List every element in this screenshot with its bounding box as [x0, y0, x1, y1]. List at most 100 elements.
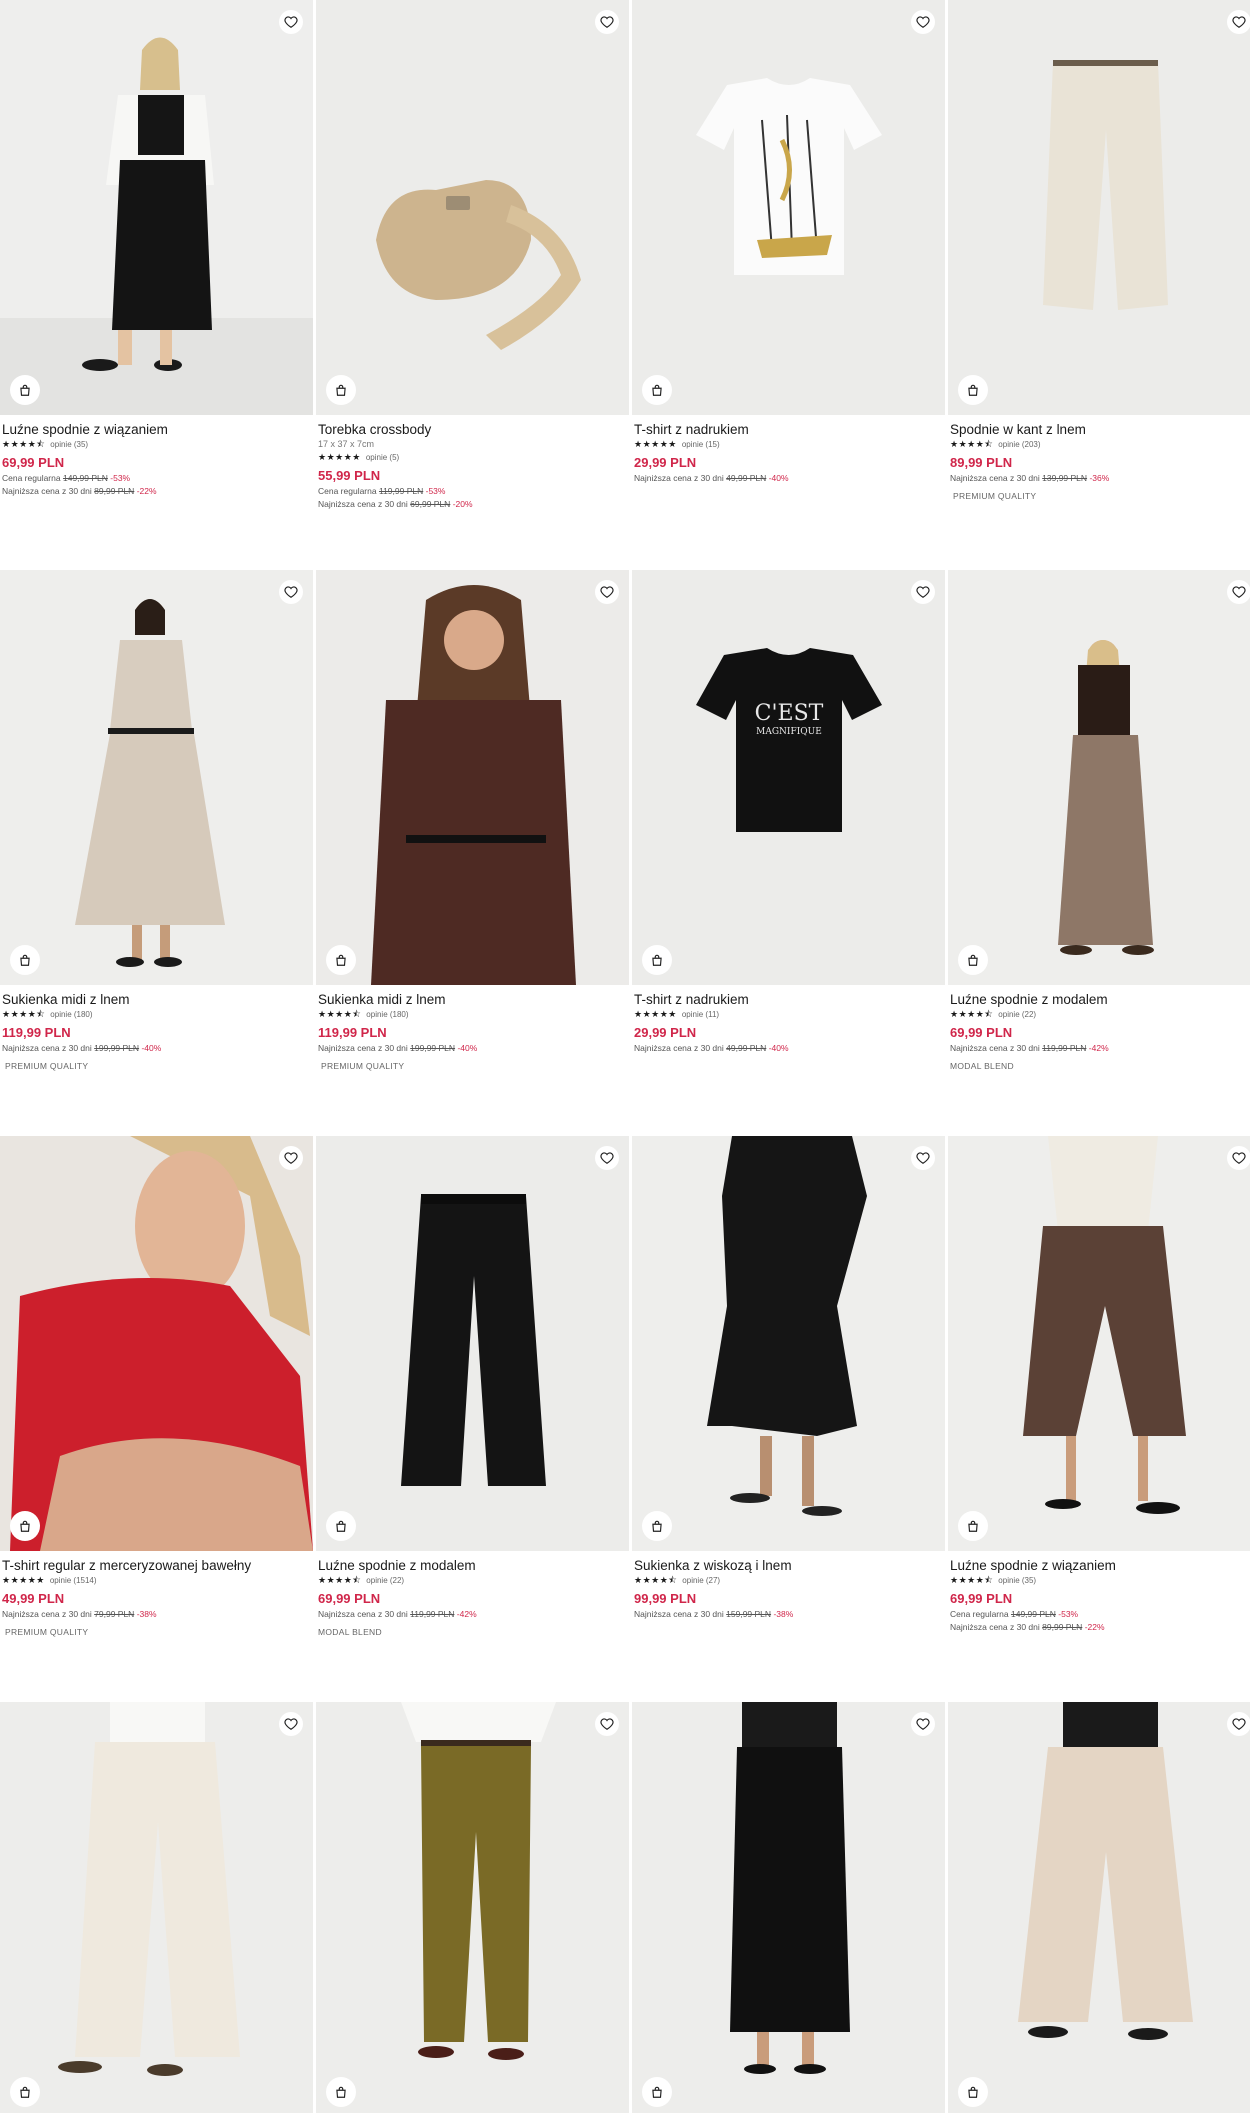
- wishlist-button[interactable]: [1227, 10, 1250, 34]
- wishlist-button[interactable]: [911, 580, 935, 604]
- add-to-cart-button[interactable]: [326, 2077, 356, 2107]
- review-count[interactable]: opinie (35): [50, 440, 88, 449]
- wishlist-button[interactable]: [279, 10, 303, 34]
- product-name[interactable]: Luźne spodnie z wiązaniem: [2, 421, 310, 438]
- product-name[interactable]: T-shirt z nadrukiem: [634, 421, 942, 438]
- photo-white-tshirt: [632, 0, 945, 415]
- review-count[interactable]: opinie (22): [366, 1576, 404, 1585]
- add-to-cart-button[interactable]: [10, 2077, 40, 2107]
- lowest-price-label: Najniższa cena z 30 dni: [2, 1043, 92, 1053]
- lowest-discount: -38%: [773, 1609, 794, 1619]
- lowest-price-label: Najniższa cena z 30 dni: [318, 1609, 408, 1619]
- add-to-cart-button[interactable]: [326, 1511, 356, 1541]
- wishlist-button[interactable]: [1227, 580, 1250, 604]
- review-count[interactable]: opinie (180): [50, 1010, 92, 1019]
- add-to-cart-button[interactable]: [326, 945, 356, 975]
- product-image[interactable]: [632, 1702, 945, 2113]
- product-rating: ★★★★★ opinie (15): [634, 438, 942, 451]
- lowest-price: 199,99 PLN: [410, 1043, 456, 1053]
- wishlist-button[interactable]: [595, 580, 619, 604]
- product-image[interactable]: C'EST MAGNIFIQUE: [632, 570, 945, 985]
- star-icon: ★★★★⯪: [634, 1575, 678, 1586]
- add-to-cart-button[interactable]: [958, 375, 988, 405]
- add-to-cart-button[interactable]: [10, 945, 40, 975]
- add-to-cart-button[interactable]: [10, 375, 40, 405]
- lowest-price-line: Najniższa cena z 30 dni 49,99 PLN -40%: [634, 1042, 942, 1055]
- product-image[interactable]: [0, 1702, 313, 2113]
- wishlist-button[interactable]: [1227, 1146, 1250, 1170]
- product-image[interactable]: [316, 570, 629, 985]
- review-count[interactable]: opinie (11): [682, 1010, 719, 1019]
- shopping-bag-icon: [968, 954, 978, 966]
- product-rating: ★★★★⯪ opinie (35): [2, 438, 310, 451]
- lowest-discount: -42%: [1088, 1043, 1109, 1053]
- review-count[interactable]: opinie (180): [366, 1010, 408, 1019]
- wishlist-button[interactable]: [911, 1146, 935, 1170]
- star-icon: ★★★★★: [318, 452, 361, 463]
- add-to-cart-button[interactable]: [958, 2077, 988, 2107]
- lowest-price-label: Najniższa cena z 30 dni: [950, 1043, 1040, 1053]
- wishlist-button[interactable]: [595, 1146, 619, 1170]
- product-image[interactable]: [948, 0, 1250, 415]
- product-name[interactable]: Luźne spodnie z modalem: [318, 1557, 626, 1574]
- product-image[interactable]: [948, 1136, 1250, 1551]
- heart-icon: [600, 1718, 614, 1730]
- lowest-price: 119,99 PLN: [1042, 1043, 1087, 1053]
- add-to-cart-button[interactable]: [10, 1511, 40, 1541]
- product-name[interactable]: Sukienka z wiskozą i lnem: [634, 1557, 942, 1574]
- product-name[interactable]: Sukienka midi z lnem: [318, 991, 626, 1008]
- lowest-price: 119,99 PLN: [410, 1609, 455, 1619]
- product-name[interactable]: T-shirt z nadrukiem: [634, 991, 942, 1008]
- product-name[interactable]: Luźne spodnie z modalem: [950, 991, 1250, 1008]
- shopping-bag-icon: [336, 384, 346, 396]
- wishlist-button[interactable]: [911, 1712, 935, 1736]
- review-count[interactable]: opinie (1514): [50, 1576, 97, 1585]
- wishlist-button[interactable]: [279, 1712, 303, 1736]
- model-photo-brown-dress: [316, 570, 629, 985]
- heart-icon: [284, 16, 298, 28]
- product-name[interactable]: Spodnie w kant z lnem: [950, 421, 1250, 438]
- lowest-discount: -40%: [768, 1043, 789, 1053]
- photo-black-tshirt: C'EST MAGNIFIQUE: [632, 570, 945, 985]
- wishlist-button[interactable]: [911, 10, 935, 34]
- review-count[interactable]: opinie (5): [366, 453, 399, 462]
- add-to-cart-button[interactable]: [958, 945, 988, 975]
- regular-price: 149,99 PLN: [1010, 1609, 1056, 1619]
- add-to-cart-button[interactable]: [642, 945, 672, 975]
- review-count[interactable]: opinie (22): [998, 1010, 1036, 1019]
- product-image[interactable]: [0, 1136, 313, 1551]
- regular-price-line: Cena regularna 149,99 PLN -53%: [2, 472, 310, 485]
- lowest-discount: -40%: [141, 1043, 162, 1053]
- lowest-price-label: Najniższa cena z 30 dni: [950, 1622, 1040, 1632]
- add-to-cart-button[interactable]: [642, 1511, 672, 1541]
- wishlist-button[interactable]: [279, 580, 303, 604]
- product-image[interactable]: [316, 1136, 629, 1551]
- add-to-cart-button[interactable]: [642, 375, 672, 405]
- product-image[interactable]: [948, 570, 1250, 985]
- wishlist-button[interactable]: [1227, 1712, 1250, 1736]
- add-to-cart-button[interactable]: [326, 375, 356, 405]
- product-image[interactable]: [0, 0, 313, 415]
- heart-icon: [916, 1718, 930, 1730]
- product-name[interactable]: Torebka crossbody: [318, 421, 626, 438]
- product-image[interactable]: [632, 1136, 945, 1551]
- product-image[interactable]: [948, 1702, 1250, 2113]
- product-image[interactable]: [316, 1702, 629, 2113]
- product-price: 119,99 PLN: [318, 1025, 387, 1040]
- product-image[interactable]: [316, 0, 629, 415]
- wishlist-button[interactable]: [279, 1146, 303, 1170]
- review-count[interactable]: opinie (27): [682, 1576, 720, 1585]
- add-to-cart-button[interactable]: [958, 1511, 988, 1541]
- wishlist-button[interactable]: [595, 1712, 619, 1736]
- heart-icon: [1232, 1718, 1246, 1730]
- product-image[interactable]: [0, 570, 313, 985]
- add-to-cart-button[interactable]: [642, 2077, 672, 2107]
- review-count[interactable]: opinie (15): [682, 440, 720, 449]
- product-image[interactable]: [632, 0, 945, 415]
- wishlist-button[interactable]: [595, 10, 619, 34]
- review-count[interactable]: opinie (35): [998, 1576, 1036, 1585]
- product-name[interactable]: Sukienka midi z lnem: [2, 991, 310, 1008]
- review-count[interactable]: opinie (203): [998, 440, 1040, 449]
- product-name[interactable]: T-shirt regular z merceryzowanej bawełny: [2, 1557, 310, 1574]
- product-name[interactable]: Luźne spodnie z wiązaniem: [950, 1557, 1250, 1574]
